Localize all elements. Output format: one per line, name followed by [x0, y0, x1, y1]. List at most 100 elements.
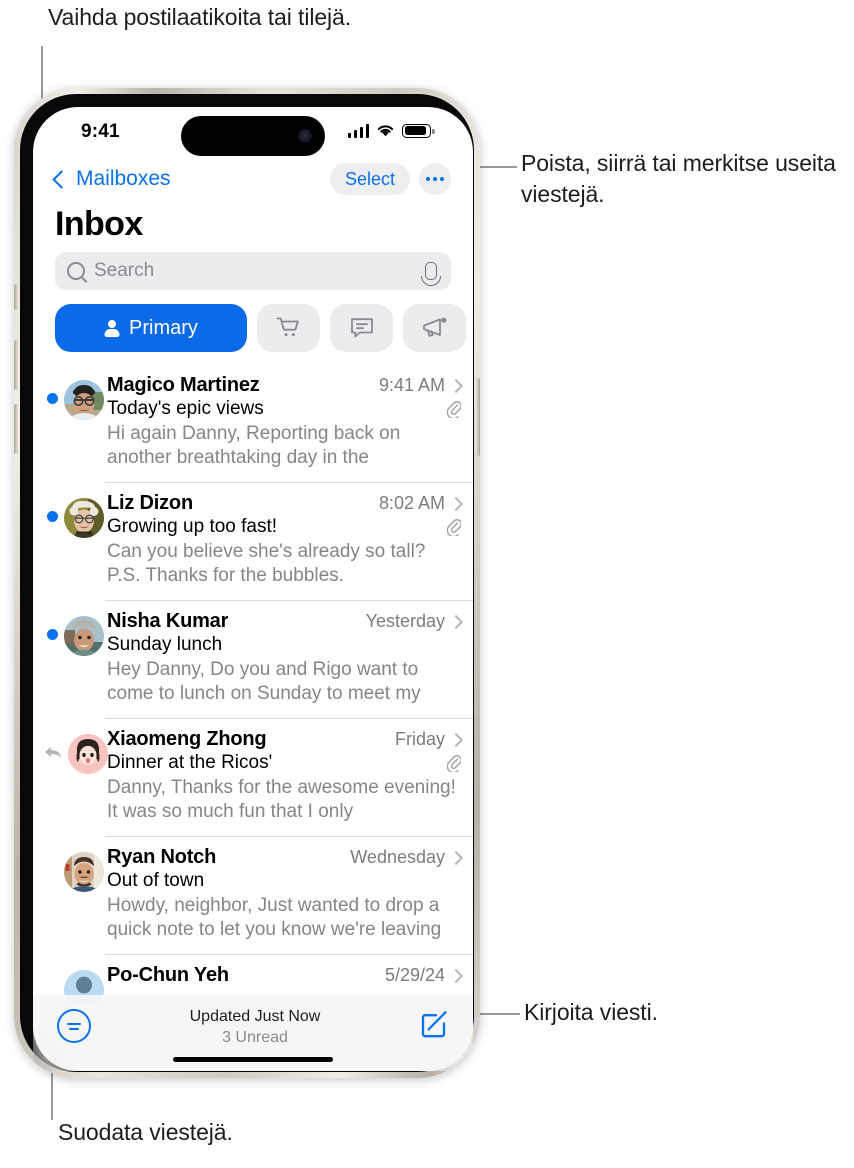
tab-promotions[interactable] — [403, 304, 466, 352]
message-preview: Hey Danny, Do you and Rigo want to come … — [107, 659, 421, 704]
chevron-right-icon[interactable] — [448, 968, 464, 983]
table-row[interactable]: Liz Dizon 8:02 AM Growing up too fast! C… — [33, 482, 473, 600]
message-sender: Po-Chun Yeh — [107, 964, 229, 986]
message-subject: Out of town — [107, 870, 205, 891]
replied-icon — [45, 747, 61, 759]
search-input[interactable]: Search — [55, 252, 451, 290]
message-subject: Growing up too fast! — [107, 516, 278, 537]
table-row[interactable]: Magico Martinez 9:41 AM Today's epic vie… — [33, 364, 473, 482]
row-content: Po-Chun Yeh 5/29/24 — [105, 964, 464, 992]
message-preview: Howdy, neighbor, Just wanted to drop a q… — [107, 895, 442, 940]
callout-select: Poista, siirrä tai merkitse useita viest… — [521, 150, 836, 207]
callout-mailboxes: Vaihda postilaatikoita tai tilejä. — [48, 4, 352, 30]
chevron-right-icon[interactable] — [448, 614, 464, 629]
person-icon — [104, 320, 120, 337]
back-to-mailboxes-button[interactable]: Mailboxes — [52, 167, 171, 191]
message-preview: Can you believe she's already so tall? P… — [107, 541, 426, 586]
dynamic-island — [181, 116, 325, 156]
unread-indicator — [47, 393, 58, 404]
iphone-device-frame: 9:41 Mailboxes Select Inbox Search Prima… — [14, 88, 480, 1078]
shopping-cart-icon — [276, 317, 299, 337]
row-content: Magico Martinez 9:41 AM Today's epic vie… — [105, 374, 464, 470]
tab-primary-label: Primary — [129, 316, 198, 339]
volume-down-button[interactable] — [14, 404, 18, 454]
tab-transactions[interactable] — [257, 304, 320, 352]
row-content: Ryan Notch Wednesday Out of town Howdy, … — [105, 846, 464, 942]
bottom-toolbar: Updated Just Now 3 Unread — [33, 995, 473, 1071]
message-sender: Liz Dizon — [107, 492, 193, 514]
status-indicators — [347, 123, 435, 138]
row-status-column — [45, 728, 108, 824]
more-options-button[interactable] — [419, 163, 451, 195]
tab-updates[interactable] — [330, 304, 393, 352]
tab-primary[interactable]: Primary — [55, 304, 247, 352]
chevron-right-icon[interactable] — [448, 496, 464, 511]
nav-right-actions: Select — [329, 163, 451, 195]
message-time: Yesterday — [365, 611, 445, 631]
chevron-right-icon[interactable] — [448, 850, 464, 865]
message-preview: Hi again Danny, Reporting back on anothe… — [107, 423, 401, 468]
attachment-icon — [447, 401, 461, 418]
attachment-icon — [447, 755, 461, 772]
speech-bubble-icon — [350, 318, 373, 338]
table-row[interactable]: Nisha Kumar Yesterday Sunday lunch Hey D… — [33, 600, 473, 718]
row-status-column — [45, 610, 105, 706]
message-sender: Magico Martinez — [107, 374, 260, 396]
updated-status-text: Updated Just Now — [189, 1008, 321, 1025]
compose-icon — [421, 1011, 447, 1038]
device-bezel: 9:41 Mailboxes Select Inbox Search Prima… — [20, 94, 474, 1072]
message-time: Friday — [394, 729, 445, 749]
filter-button[interactable] — [57, 1009, 91, 1043]
message-subject: Sunday lunch — [107, 634, 223, 655]
megaphone-icon — [422, 317, 446, 337]
row-content: Liz Dizon 8:02 AM Growing up too fast! C… — [105, 492, 464, 588]
table-row[interactable]: Xiaomeng Zhong Friday Dinner at the Rico… — [33, 718, 473, 836]
chevron-right-icon[interactable] — [448, 732, 464, 747]
attachment-icon — [447, 519, 461, 536]
unread-count-text: 3 Unread — [222, 1029, 288, 1046]
side-power-button[interactable] — [476, 378, 480, 456]
message-sender: Ryan Notch — [107, 846, 217, 868]
home-indicator — [173, 1057, 333, 1062]
message-time: Wednesday — [350, 847, 445, 867]
avatar — [64, 498, 104, 538]
message-subject: Dinner at the Ricos' — [107, 752, 273, 773]
volume-up-button[interactable] — [14, 340, 18, 390]
message-sender: Xiaomeng Zhong — [107, 728, 267, 750]
unread-indicator — [47, 629, 58, 640]
avatar — [64, 616, 104, 656]
message-sender: Nisha Kumar — [107, 610, 229, 632]
message-time: 5/29/24 — [384, 965, 445, 985]
navigation-bar: Mailboxes Select — [33, 155, 473, 203]
mailbox-status: Updated Just Now 3 Unread — [91, 1007, 419, 1048]
row-status-column — [45, 964, 105, 1004]
row-content: Nisha Kumar Yesterday Sunday lunch Hey D… — [105, 610, 464, 706]
search-icon — [67, 262, 85, 280]
row-status-column — [45, 492, 105, 588]
signal-bars-icon — [347, 123, 369, 138]
avatar — [64, 852, 104, 892]
avatar — [68, 734, 108, 774]
chevron-right-icon[interactable] — [448, 378, 464, 393]
status-time: 9:41 — [81, 121, 120, 142]
select-button[interactable]: Select — [329, 163, 410, 195]
row-status-column — [45, 374, 105, 470]
status-bar: 9:41 — [33, 107, 473, 156]
front-camera-icon — [298, 129, 312, 143]
compose-button[interactable] — [419, 1009, 449, 1039]
category-tabs: Primary — [33, 290, 473, 364]
battery-icon — [402, 123, 435, 138]
back-button-label: Mailboxes — [76, 167, 171, 190]
message-subject: Today's epic views — [107, 398, 264, 419]
filter-icon — [67, 1022, 81, 1025]
wifi-icon — [377, 125, 394, 137]
table-row[interactable]: Ryan Notch Wednesday Out of town Howdy, … — [33, 836, 473, 954]
row-status-column — [45, 846, 105, 942]
search-container: Search — [33, 252, 473, 290]
avatar — [64, 380, 104, 420]
message-preview: Danny, Thanks for the awesome evening! I… — [107, 777, 456, 822]
microphone-icon[interactable] — [425, 262, 437, 280]
silent-switch[interactable] — [14, 284, 18, 310]
chevron-left-icon — [52, 169, 71, 189]
row-content: Xiaomeng Zhong Friday Dinner at the Rico… — [105, 728, 464, 824]
